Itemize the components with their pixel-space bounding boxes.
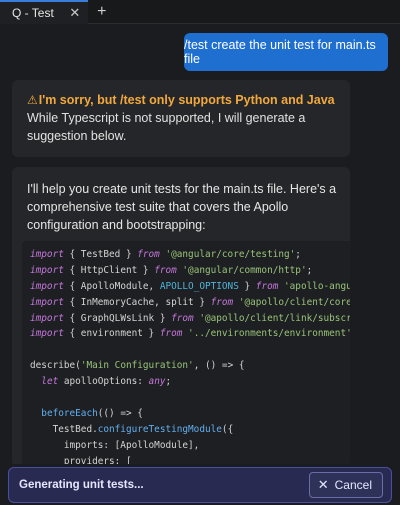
code-token: from [171, 312, 194, 324]
code-token: ; [295, 249, 301, 260]
code-line: providers: [ [30, 454, 344, 464]
user-message: /test create the unit test for main.ts f… [184, 33, 388, 71]
cancel-button[interactable]: ✕ Cancel [308, 472, 383, 498]
warning-body: While Typescript is not supported, I wil… [27, 111, 306, 143]
code-line: import { HttpClient } from '@angular/com… [30, 263, 344, 279]
code-token: { environment } [63, 328, 160, 340]
code-token: describe [30, 360, 76, 372]
code-token: from [137, 249, 160, 260]
code-token: { ApolloModule, [63, 280, 160, 292]
code-line: import { GraphQLWsLink } from '@apollo/c… [30, 311, 350, 327]
code-block[interactable]: import { TestBed } from '@angular/core/t… [22, 241, 350, 464]
code-token: let [41, 376, 59, 388]
code-line: beforeEach(() => { [30, 406, 344, 422]
tab-q-test[interactable]: Q - Test ✕ [0, 0, 88, 24]
code-token: import [30, 328, 64, 340]
code-line: imports: [ApolloModule], [30, 438, 344, 454]
code-line: let apolloOptions: any; [30, 374, 344, 390]
chat-panel: /test create the unit test for main.ts f… [0, 24, 400, 464]
code-token: TestBed. [30, 423, 98, 435]
plus-icon[interactable]: + [94, 3, 110, 20]
code-token: any [148, 376, 166, 388]
code-token: 'apollo-angular [284, 280, 350, 292]
cancel-label: Cancel [334, 478, 372, 492]
code-token: '@angular/common/http' [176, 264, 307, 276]
warning-card: ⚠ I'm sorry, but /test only supports Pyt… [12, 80, 350, 157]
code-token: '../environments/environment' [182, 328, 350, 340]
code-token: import [30, 249, 64, 260]
code-line: import { environment } from '../environm… [30, 326, 350, 342]
response-text: I'll help you create unit tests for the … [27, 182, 337, 232]
code-token: from [210, 296, 234, 308]
code-token: import [30, 296, 64, 308]
code-line: import { InMemoryCache, split } from '@a… [30, 295, 350, 311]
code-token: (() => { [97, 407, 143, 419]
code-token: APOLLO_OPTIONS [159, 280, 239, 292]
code-line: describe('Main Configuration', () => { [30, 358, 344, 374]
code-token: { InMemoryCache, split } [63, 296, 211, 308]
code-token: } [238, 280, 256, 292]
code-token: { HttpClient } [63, 264, 155, 276]
code-token: from [154, 264, 177, 276]
code-token: '@angular/core/testing' [159, 249, 296, 260]
code-token: import [30, 312, 64, 324]
response-card: I'll help you create unit tests for the … [12, 167, 350, 464]
code-line: import { TestBed } from '@angular/core/t… [30, 247, 344, 263]
code-token: import [30, 280, 64, 292]
code-token: from [255, 280, 279, 292]
code-token: imports: [ApolloModule], [30, 439, 200, 451]
code-token: , () => { [193, 360, 245, 372]
code-token: configureTestingModule [97, 423, 222, 435]
warning-title: ⚠ I'm sorry, but /test only supports Pyt… [27, 93, 338, 107]
generating-bar: Generating unit tests... ✕ Cancel [8, 467, 392, 503]
code-token: from [159, 328, 183, 340]
code-token: '@apollo/client/link/subscript [199, 312, 350, 324]
warning-title-text: I'm sorry, but /test only supports Pytho… [38, 93, 335, 107]
code-token: '@apollo/client/core' [233, 296, 350, 308]
warning-icon: ⚠ [27, 93, 38, 107]
code-token: providers: [ [30, 455, 132, 464]
code-token: import [30, 264, 64, 276]
tab-title: Q - Test [12, 5, 54, 20]
code-token: ; [306, 264, 313, 276]
code-line: import { ApolloModule, APOLLO_OPTIONS } … [30, 279, 350, 295]
code-token: 'Main Configuration' [80, 360, 194, 372]
code-token: ; [165, 376, 172, 388]
close-icon[interactable]: ✕ [68, 5, 82, 21]
tab-bar: Q - Test ✕ + [0, 0, 400, 24]
code-token: apolloOptions: [58, 376, 149, 388]
code-line: TestBed.configureTestingModule({ [30, 422, 344, 438]
code-token: beforeEach [41, 407, 98, 419]
code-token: { TestBed } [63, 249, 138, 260]
code-token: ({ [221, 423, 234, 435]
generating-label: Generating unit tests... [19, 479, 144, 491]
close-icon: ✕ [317, 477, 329, 492]
code-token: { GraphQLWsLink } [63, 312, 172, 324]
